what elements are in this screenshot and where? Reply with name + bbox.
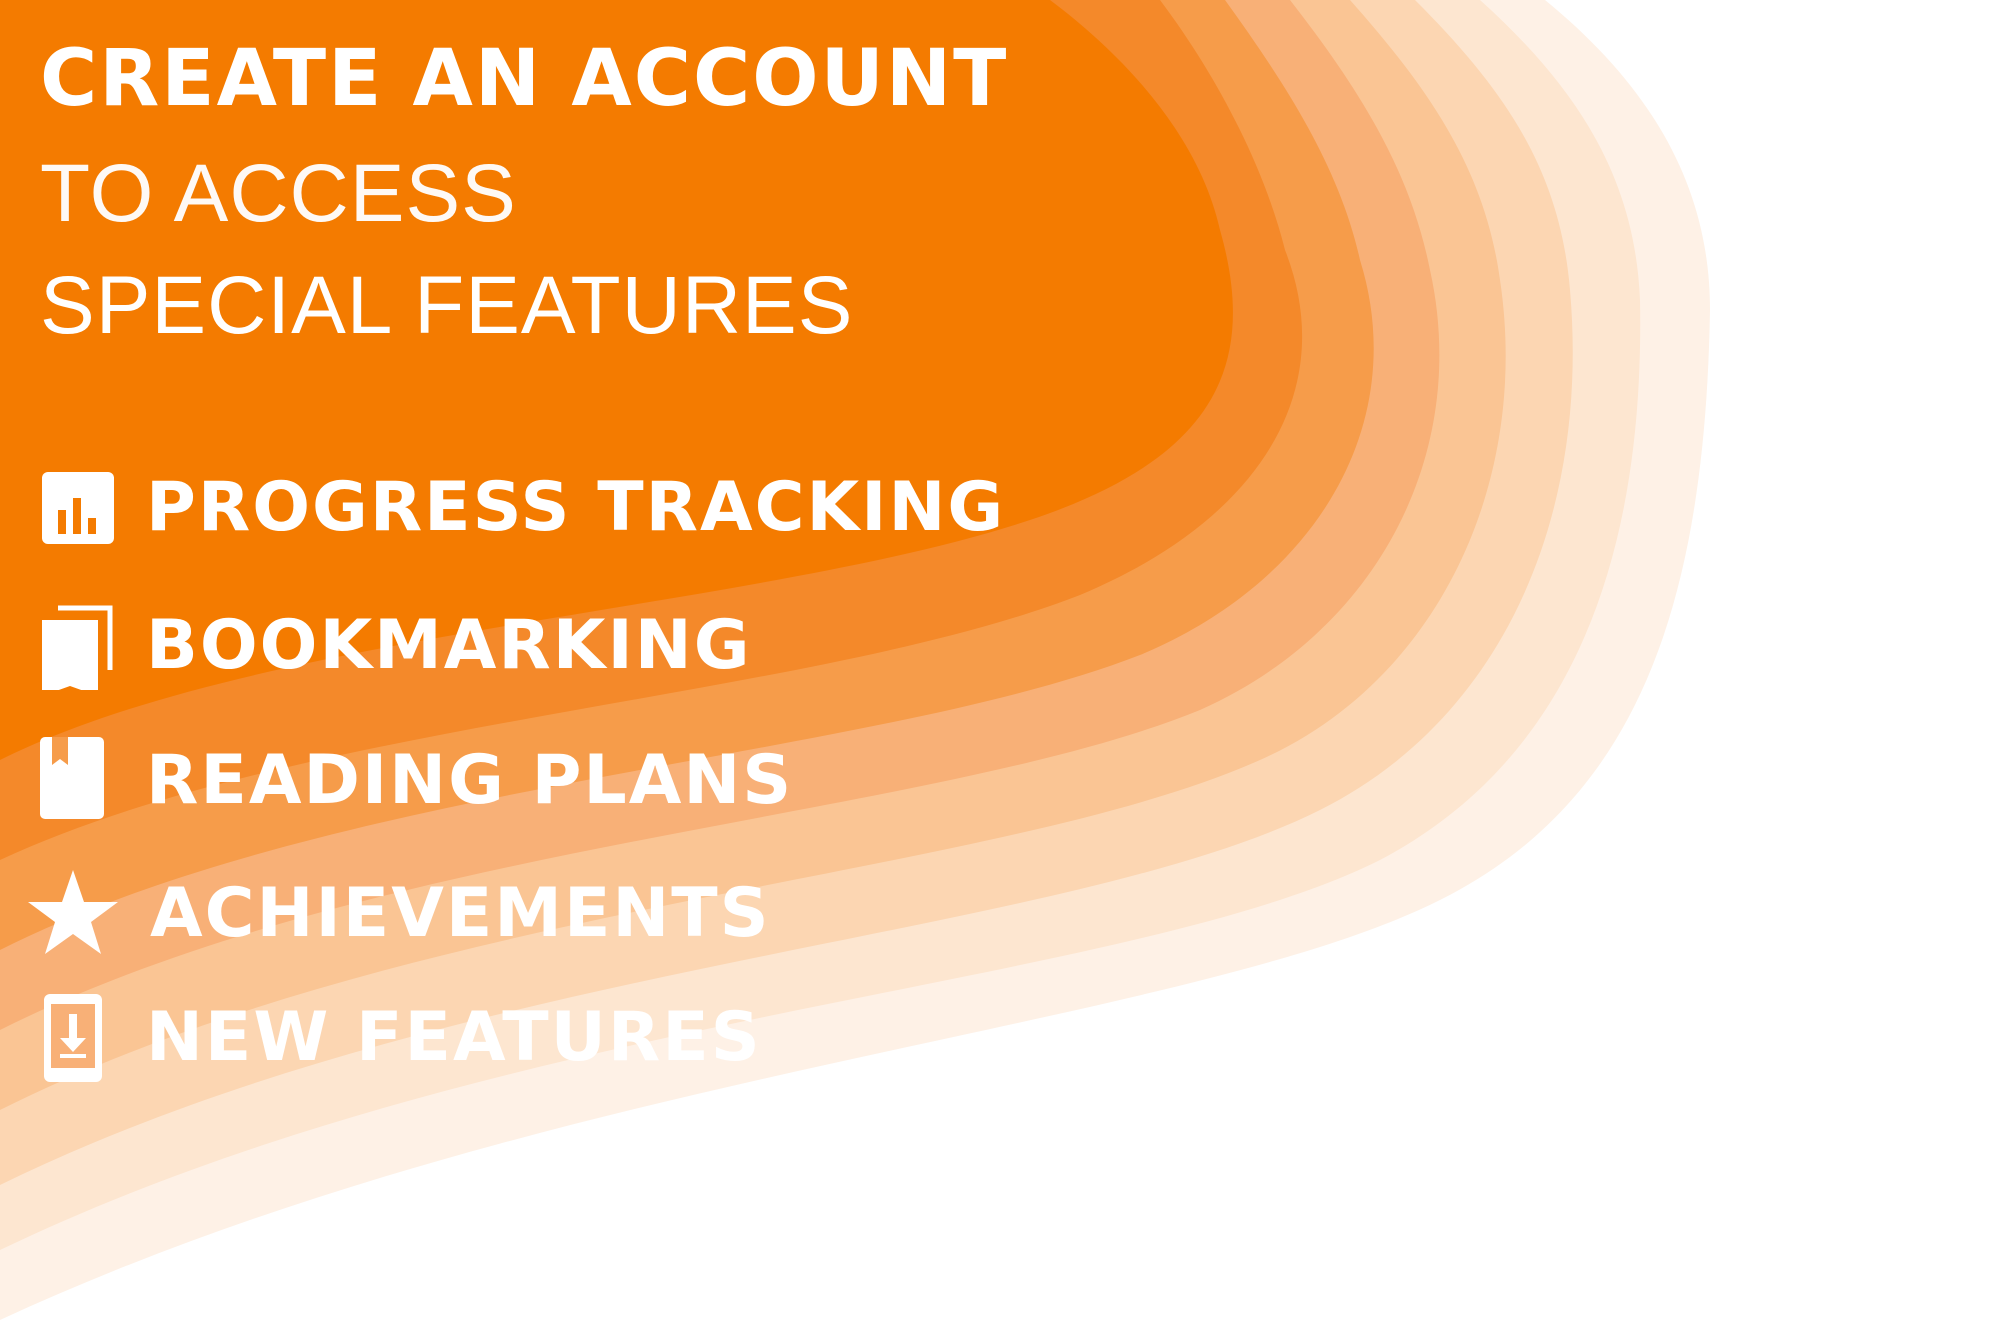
feature-label: PROGRESS TRACKING (146, 468, 1006, 547)
feature-achievements: ACHIEVEMENTS (0, 868, 1200, 958)
bar-chart-icon (42, 472, 114, 544)
feature-label: BOOKMARKING (146, 606, 752, 685)
headline-to-access: TO ACCESS (40, 148, 517, 239)
feature-reading-plans: READING PLANS (0, 735, 1200, 825)
download-device-icon (44, 994, 102, 1082)
feature-label: ACHIEVEMENTS (150, 874, 771, 953)
feature-progress-tracking: PROGRESS TRACKING (0, 462, 1200, 552)
star-icon (28, 870, 118, 954)
headline-create-account: CREATE AN ACCOUNT (40, 34, 1009, 124)
book-icon (40, 737, 104, 819)
feature-bookmarking: BOOKMARKING (0, 600, 1200, 690)
headline-special-features: SPECIAL FEATURES (40, 260, 854, 351)
feature-new-features: NEW FEATURES (0, 992, 1200, 1082)
bookmark-icon (42, 605, 113, 690)
feature-label: NEW FEATURES (146, 998, 762, 1077)
feature-label: READING PLANS (146, 741, 794, 820)
